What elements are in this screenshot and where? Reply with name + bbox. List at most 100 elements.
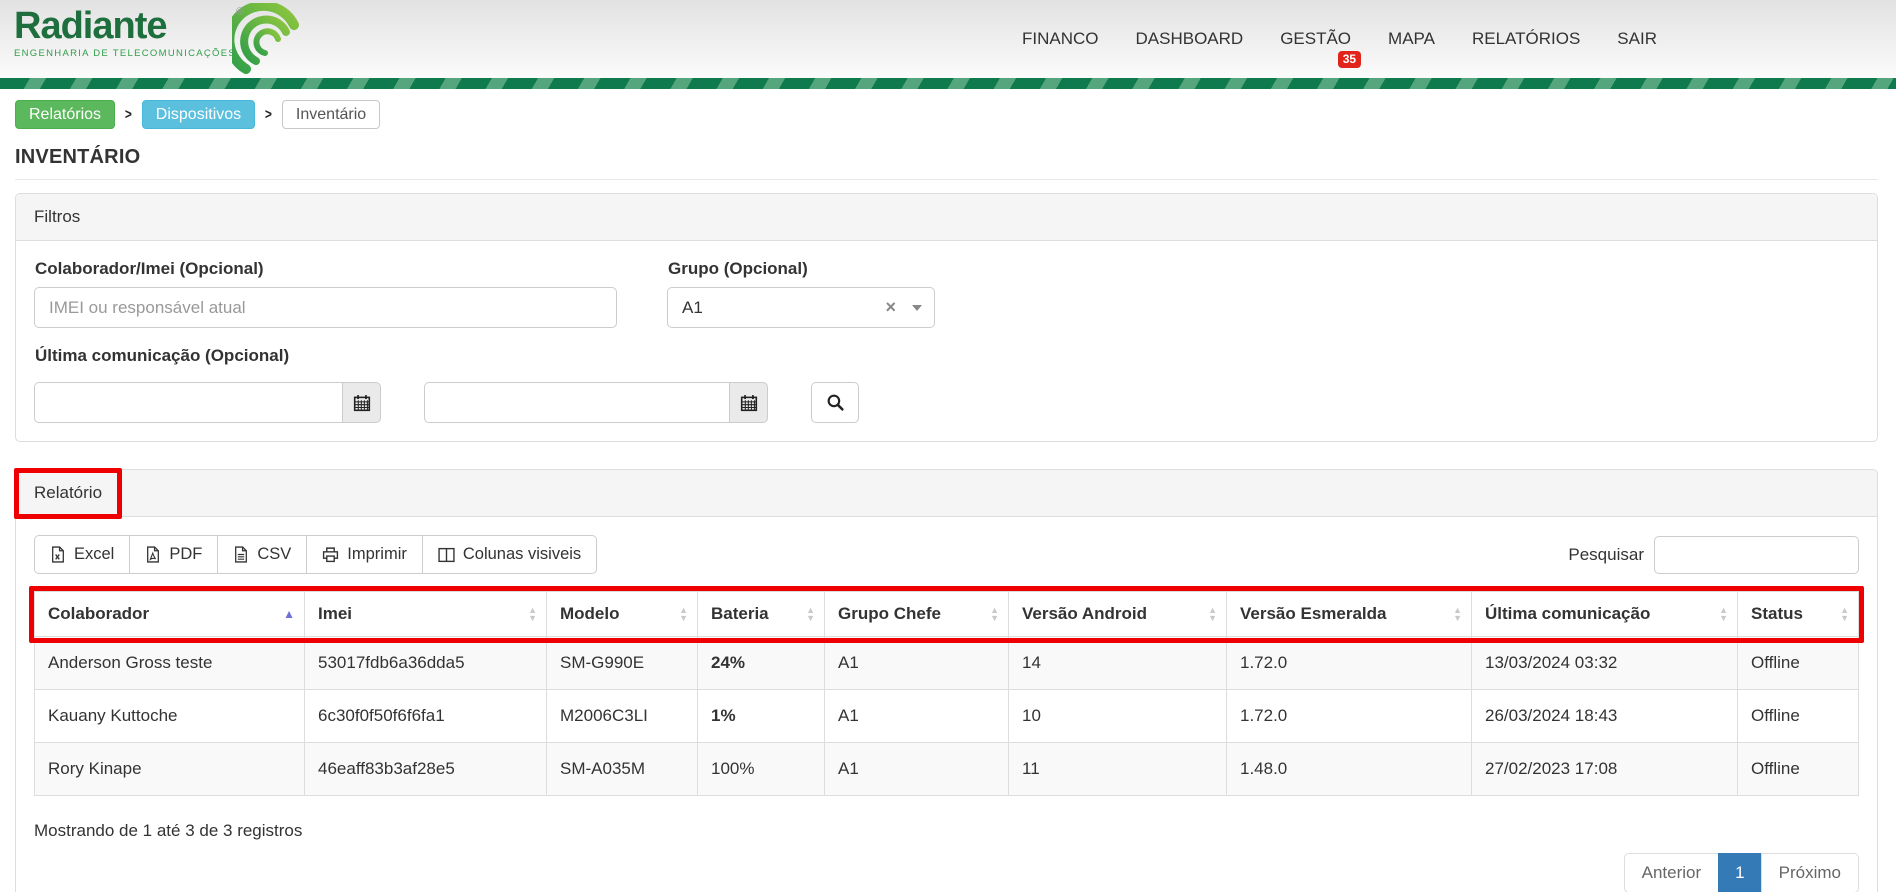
sort-asc-icon: ▲: [283, 608, 295, 620]
page-title: INVENTÁRIO: [15, 146, 1878, 169]
table-search-input[interactable]: [1654, 536, 1859, 574]
cell-imei: 6c30f0f50f6f6fa1: [305, 690, 547, 743]
sort-both-icon: ▲▼: [1208, 606, 1217, 622]
pagination: Anterior 1 Próximo: [1624, 853, 1859, 892]
colaborador-label: Colaborador/Imei (Opcional): [35, 259, 617, 279]
date-to-group: [424, 382, 768, 423]
column-header-ultima-comunicacao[interactable]: Última comunicação ▲▼: [1472, 592, 1738, 637]
logo-tagline: ENGENHARIA DE TELECOMUNICAÇÕES: [14, 48, 236, 59]
imprimir-button[interactable]: Imprimir: [306, 535, 423, 574]
calendar-addon-from[interactable]: [343, 382, 381, 423]
cell-bateria: 24%: [698, 637, 825, 690]
cell-status: Offline: [1738, 743, 1859, 796]
date-from-input[interactable]: [34, 382, 343, 423]
grupo-label: Grupo (Opcional): [668, 259, 935, 279]
column-header-imei[interactable]: Imei ▲▼: [305, 592, 547, 637]
filters-panel-heading[interactable]: Filtros: [16, 194, 1877, 241]
clear-selection-icon[interactable]: ×: [877, 297, 904, 318]
csv-file-icon: [233, 546, 249, 563]
column-header-bateria[interactable]: Bateria ▲▼: [698, 592, 825, 637]
colunas-visiveis-button[interactable]: Colunas visiveis: [422, 535, 597, 574]
cell-colaborador: Anderson Gross teste: [35, 637, 305, 690]
nav-item-relatorios[interactable]: RELATÓRIOS: [1472, 29, 1580, 49]
breadcrumb-inventario: Inventário: [282, 100, 380, 129]
excel-button[interactable]: Excel: [34, 535, 130, 574]
column-header-versao-esmeralda[interactable]: Versão Esmeralda ▲▼: [1227, 592, 1472, 637]
cell-versao-esmeralda: 1.72.0: [1227, 637, 1472, 690]
cell-versao-android: 14: [1009, 637, 1227, 690]
report-table-wrap: Colaborador ▲ Imei ▲▼ Modelo ▲▼: [34, 591, 1859, 796]
nav-item-gestao[interactable]: GESTÃO 35: [1280, 29, 1351, 49]
cell-colaborador: Kauany Kuttoche: [35, 690, 305, 743]
report-panel: Relatório Excel: [15, 469, 1878, 892]
date-from-group: [34, 382, 381, 423]
cell-ultima-comunicacao: 13/03/2024 03:32: [1472, 637, 1738, 690]
column-header-versao-android[interactable]: Versão Android ▲▼: [1009, 592, 1227, 637]
pagination-page-1[interactable]: 1: [1718, 853, 1761, 892]
search-icon: [826, 393, 845, 412]
column-header-colaborador[interactable]: Colaborador ▲: [35, 592, 305, 637]
report-panel-heading[interactable]: Relatório: [16, 470, 1877, 517]
sort-both-icon: ▲▼: [1453, 606, 1462, 622]
pdf-button[interactable]: PDF: [129, 535, 218, 574]
sort-both-icon: ▲▼: [528, 606, 537, 622]
date-to-input[interactable]: [424, 382, 730, 423]
cell-versao-esmeralda: 1.48.0: [1227, 743, 1472, 796]
cell-status: Offline: [1738, 637, 1859, 690]
inventory-table: Colaborador ▲ Imei ▲▼ Modelo ▲▼: [34, 591, 1859, 796]
nav-item-financo[interactable]: FINANCO: [1022, 29, 1099, 49]
filter-search-button[interactable]: [811, 382, 859, 423]
breadcrumb-relatorios[interactable]: Relatórios: [15, 100, 115, 129]
cell-status: Offline: [1738, 690, 1859, 743]
sort-both-icon: ▲▼: [806, 606, 815, 622]
table-header-row: Colaborador ▲ Imei ▲▼ Modelo ▲▼: [35, 592, 1859, 637]
pagination-prev-button[interactable]: Anterior: [1624, 853, 1720, 892]
green-striped-divider: [0, 78, 1896, 89]
printer-icon: [322, 546, 339, 563]
csv-button[interactable]: CSV: [217, 535, 307, 574]
logo-swoosh-icon: ®: [232, 3, 320, 75]
nav-item-dashboard[interactable]: DASHBOARD: [1136, 29, 1244, 49]
cell-bateria: 1%: [698, 690, 825, 743]
breadcrumb: Relatórios > Dispositivos > Inventário: [15, 100, 1878, 129]
cell-ultima-comunicacao: 27/02/2023 17:08: [1472, 743, 1738, 796]
nav-item-mapa[interactable]: MAPA: [1388, 29, 1435, 49]
cell-versao-android: 11: [1009, 743, 1227, 796]
svg-text:®: ®: [236, 6, 244, 18]
excel-file-icon: [50, 546, 66, 563]
breadcrumb-dispositivos[interactable]: Dispositivos: [142, 100, 255, 129]
pagination-next-button[interactable]: Próximo: [1761, 853, 1859, 892]
column-header-grupo-chefe[interactable]: Grupo Chefe ▲▼: [825, 592, 1009, 637]
search-label: Pesquisar: [1568, 545, 1644, 565]
cell-versao-android: 10: [1009, 690, 1227, 743]
breadcrumb-arrow-icon: >: [125, 106, 132, 123]
table-search: Pesquisar: [1568, 536, 1859, 574]
cell-imei: 46eaff83b3af28e5: [305, 743, 547, 796]
calendar-icon: [353, 394, 371, 412]
sort-both-icon: ▲▼: [1840, 606, 1849, 622]
cell-grupo-chefe: A1: [825, 637, 1009, 690]
colaborador-imei-input[interactable]: [34, 287, 617, 328]
nav-item-sair[interactable]: SAIR: [1617, 29, 1657, 49]
grupo-selected-value: A1: [682, 298, 877, 318]
grupo-select[interactable]: A1 ×: [667, 287, 935, 328]
ultima-comunicacao-label: Última comunicação (Opcional): [35, 346, 1859, 366]
breadcrumb-arrow-icon: >: [265, 106, 272, 123]
chevron-down-icon[interactable]: [912, 305, 922, 311]
column-header-status[interactable]: Status ▲▼: [1738, 592, 1859, 637]
gestao-notification-badge: 35: [1338, 51, 1361, 68]
cell-grupo-chefe: A1: [825, 690, 1009, 743]
calendar-addon-to[interactable]: [730, 382, 768, 423]
cell-versao-esmeralda: 1.72.0: [1227, 690, 1472, 743]
table-row: Anderson Gross teste 53017fdb6a36dda5 SM…: [35, 637, 1859, 690]
cell-bateria: 100%: [698, 743, 825, 796]
columns-icon: [438, 547, 455, 563]
page: Radiante ENGENHARIA DE TELECOMUNICAÇÕES …: [0, 0, 1896, 892]
table-row: Kauany Kuttoche 6c30f0f50f6f6fa1 M2006C3…: [35, 690, 1859, 743]
table-row: Rory Kinape 46eaff83b3af28e5 SM-A035M 10…: [35, 743, 1859, 796]
export-button-group: Excel PDF: [34, 535, 597, 574]
column-header-modelo[interactable]: Modelo ▲▼: [547, 592, 698, 637]
cell-colaborador: Rory Kinape: [35, 743, 305, 796]
top-header: Radiante ENGENHARIA DE TELECOMUNICAÇÕES …: [0, 0, 1896, 78]
sort-both-icon: ▲▼: [1719, 606, 1728, 622]
